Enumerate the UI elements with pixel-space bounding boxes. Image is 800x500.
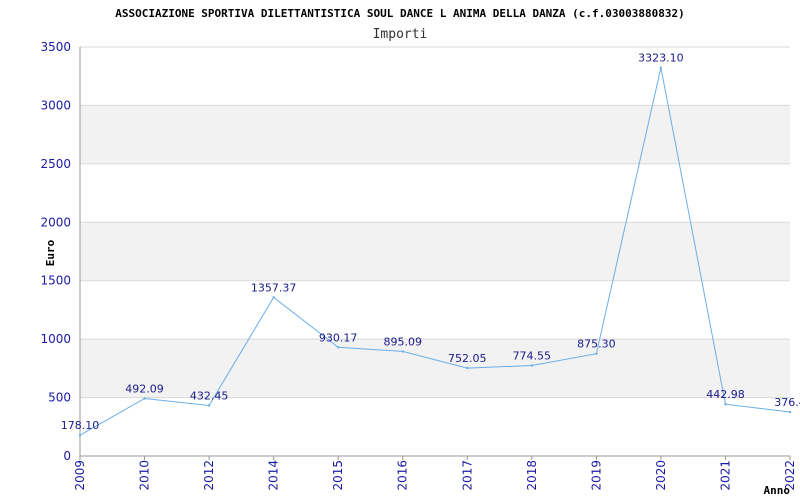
data-label: 376.4 bbox=[774, 396, 800, 409]
y-tick-label: 1500 bbox=[40, 274, 71, 288]
data-label: 752.05 bbox=[448, 352, 487, 365]
data-label: 178.10 bbox=[61, 419, 100, 432]
data-label: 442.98 bbox=[706, 388, 745, 401]
data-label: 930.17 bbox=[319, 331, 358, 344]
data-label: 492.09 bbox=[125, 382, 164, 395]
data-label: 875.30 bbox=[577, 338, 616, 351]
y-tick-label: 3500 bbox=[40, 40, 71, 54]
y-tick-label: 1000 bbox=[40, 332, 71, 346]
data-label: 1357.37 bbox=[251, 281, 297, 294]
y-tick-label: 0 bbox=[63, 449, 71, 463]
y-tick-label: 3000 bbox=[40, 98, 71, 112]
x-tick-label: 2019 bbox=[589, 460, 603, 491]
line-chart: ASSOCIAZIONE SPORTIVA DILETTANTISTICA SO… bbox=[40, 7, 800, 497]
plot-band bbox=[80, 222, 790, 281]
x-tick-label: 2014 bbox=[267, 460, 281, 491]
data-label: 774.55 bbox=[513, 349, 552, 362]
data-point bbox=[659, 66, 663, 69]
data-point bbox=[530, 364, 534, 367]
plot-band bbox=[80, 105, 790, 164]
data-point bbox=[595, 352, 598, 355]
data-point bbox=[272, 296, 275, 299]
plot-bands bbox=[80, 105, 790, 398]
data-label: 895.09 bbox=[383, 335, 422, 348]
x-tick-label: 2017 bbox=[460, 460, 474, 491]
data-point bbox=[401, 350, 404, 353]
data-label: 432.45 bbox=[190, 389, 229, 402]
x-tick-label: 2012 bbox=[202, 460, 216, 491]
data-label: 3323.10 bbox=[638, 52, 684, 65]
data-point bbox=[207, 404, 211, 407]
chart-subtitle: Importi bbox=[373, 27, 428, 42]
y-tick-label: 2500 bbox=[40, 157, 71, 171]
x-tick-label: 2009 bbox=[73, 460, 87, 491]
data-point bbox=[336, 346, 340, 349]
x-tick-label: 2010 bbox=[138, 460, 152, 491]
data-point bbox=[466, 366, 469, 370]
x-tick-labels: 2009 2010 2012 2014 2015 2016 2017 2018 2019 2020… bbox=[73, 456, 797, 491]
x-axis-label: Anno bbox=[764, 484, 791, 497]
data-point bbox=[724, 403, 727, 406]
chart-title: ASSOCIAZIONE SPORTIVA DILETTANTISTICA SO… bbox=[115, 7, 685, 20]
y-axis-label: Euro bbox=[44, 239, 57, 266]
data-point bbox=[143, 397, 146, 400]
x-tick-label: 2018 bbox=[525, 460, 539, 491]
x-tick-label: 2020 bbox=[654, 460, 668, 491]
data-point bbox=[78, 433, 82, 437]
y-tick-label: 500 bbox=[48, 391, 71, 405]
y-tick-label: 2000 bbox=[40, 215, 71, 229]
x-tick-label: 2016 bbox=[396, 460, 410, 491]
x-tick-label: 2015 bbox=[331, 460, 345, 491]
plot-band bbox=[80, 339, 790, 398]
data-point bbox=[788, 410, 792, 414]
x-tick-label: 2021 bbox=[718, 460, 732, 491]
